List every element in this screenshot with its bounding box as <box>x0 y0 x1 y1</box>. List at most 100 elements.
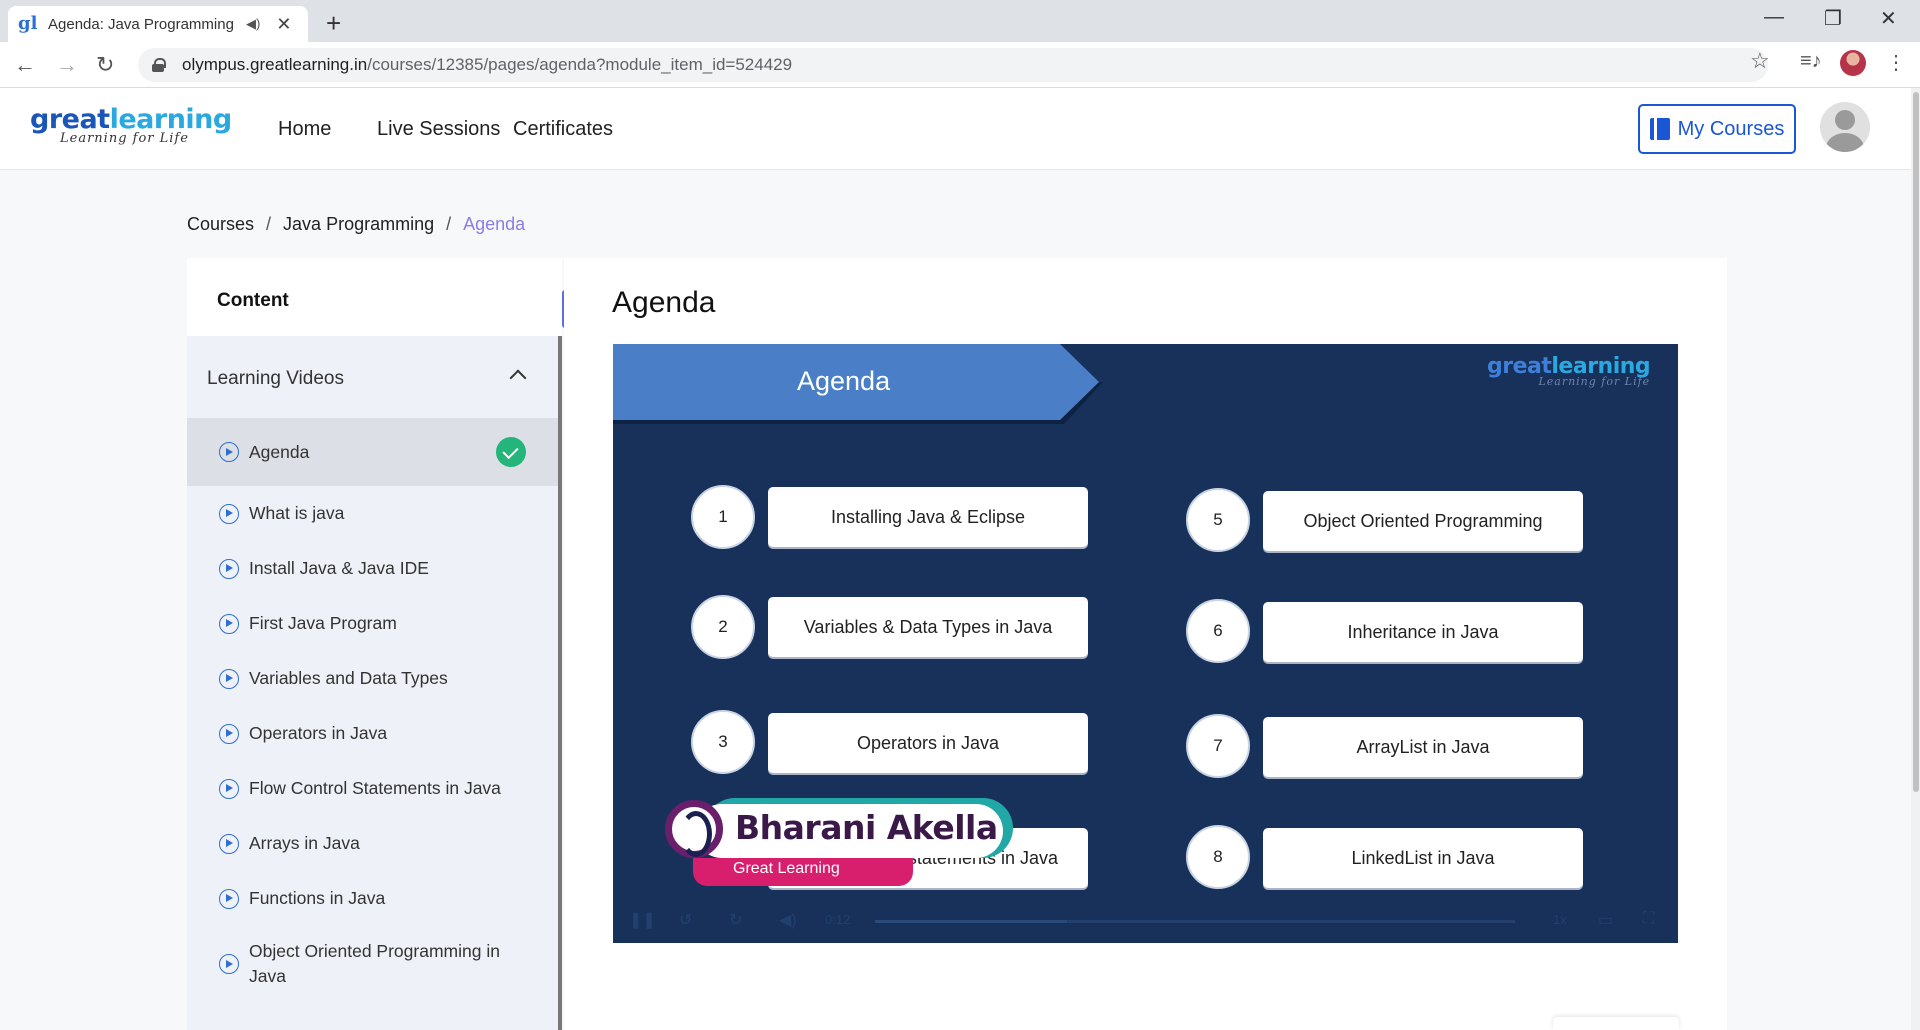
reload-icon[interactable]: ↻ <box>96 52 114 78</box>
sidebar-item-oop[interactable]: Object Oriented Programming in Java <box>187 926 558 1002</box>
forward-arrow-icon[interactable]: → <box>56 52 78 78</box>
agenda-number-1: 1 <box>691 485 755 549</box>
volume-icon[interactable]: ◀) <box>779 910 797 930</box>
breadcrumb: Courses / Java Programming / Agenda <box>187 214 525 235</box>
lesson-label: First Java Program <box>249 613 397 633</box>
tab-title: Agenda: Java Programming <box>48 15 234 33</box>
nav-live-sessions[interactable]: Live Sessions <box>377 118 500 141</box>
pause-icon[interactable]: ❚❚ <box>629 910 656 930</box>
lesson-label: Install Java & Java IDE <box>249 558 429 578</box>
lesson-label: Variables and Data Types <box>249 668 448 688</box>
url-text[interactable]: olympus.greatlearning.in/courses/12385/p… <box>182 55 792 75</box>
page-scrollbar-thumb[interactable] <box>1913 92 1919 792</box>
video-progress-bar[interactable] <box>875 920 1515 923</box>
rewind-icon[interactable]: ↺ <box>679 910 692 930</box>
window-close-icon[interactable]: ✕ <box>1880 6 1897 31</box>
agenda-number-6: 6 <box>1186 599 1250 663</box>
presenter-ring-icon <box>665 800 723 858</box>
lesson-label: Functions in Java <box>249 888 386 908</box>
page-title: Agenda <box>612 286 716 319</box>
agenda-number-8: 8 <box>1186 825 1250 889</box>
completed-check-icon <box>496 437 526 467</box>
minimize-icon[interactable]: — <box>1764 6 1784 29</box>
browser-profile-avatar[interactable] <box>1840 50 1866 76</box>
back-arrow-icon[interactable]: ← <box>14 52 36 78</box>
presenter-name: Bharani Akella <box>735 808 998 847</box>
agenda-topic-1: Installing Java & Eclipse <box>768 487 1088 547</box>
breadcrumb-current: Agenda <box>463 214 526 234</box>
url-path: /courses/12385/pages/agenda?module_item_… <box>367 55 793 74</box>
browser-tab-bar: gl Agenda: Java Programming ◀) ✕ + — ❐ ✕ <box>0 0 1920 42</box>
captions-icon[interactable]: ▭ <box>1598 910 1613 930</box>
play-circle-icon <box>219 833 239 854</box>
agenda-number-2: 2 <box>691 595 755 659</box>
chevron-up-icon[interactable] <box>509 369 527 387</box>
agenda-topic-3: Operators in Java <box>768 713 1088 773</box>
sidebar-item-functions[interactable]: Functions in Java <box>187 871 558 926</box>
breadcrumb-separator: / <box>446 214 452 234</box>
sidebar-item-what-is-java[interactable]: What is java <box>187 486 558 541</box>
media-control-icon[interactable]: ≡♪ <box>1800 50 1822 73</box>
sidebar-item-variables[interactable]: Variables and Data Types <box>187 651 558 706</box>
user-avatar[interactable] <box>1820 102 1870 152</box>
sidebar-item-install-java[interactable]: Install Java & Java IDE <box>187 541 558 596</box>
close-tab-icon[interactable]: ✕ <box>276 14 291 35</box>
site-header: greatlearning Learning for Life Home Liv… <box>0 88 1920 170</box>
presenter-org: Great Learning <box>733 860 840 877</box>
lesson-label: Arrays in Java <box>249 833 360 853</box>
agenda-number-7: 7 <box>1186 714 1250 778</box>
agenda-topic-6: Inheritance in Java <box>1263 602 1583 662</box>
breadcrumb-courses[interactable]: Courses <box>187 214 254 235</box>
play-circle-icon <box>219 613 239 634</box>
video-time: 0:12 <box>825 912 851 927</box>
browser-tab[interactable]: gl Agenda: Java Programming ◀) ✕ <box>8 6 308 42</box>
floating-card <box>1553 1017 1679 1030</box>
nav-certificates[interactable]: Certificates <box>513 118 613 141</box>
breadcrumb-separator: / <box>266 214 272 234</box>
address-bar[interactable]: olympus.greatlearning.in/courses/12385/p… <box>138 48 1768 82</box>
browser-menu-icon[interactable]: ⋮ <box>1886 50 1906 75</box>
video-progress-fill <box>875 920 1067 923</box>
sidebar-heading: Content <box>217 290 289 311</box>
sidebar-item-first-java-program[interactable]: First Java Program <box>187 596 558 651</box>
lesson-label: Flow Control Statements in Java <box>249 778 501 798</box>
agenda-topic-5: Object Oriented Programming <box>1263 491 1583 551</box>
sidebar-item-flow-control[interactable]: Flow Control Statements in Java <box>187 761 558 816</box>
my-courses-label: My Courses <box>1677 117 1785 140</box>
sidebar-item-arrays[interactable]: Arrays in Java <box>187 816 558 871</box>
greatlearning-logo[interactable]: greatlearning Learning for Life <box>30 104 232 146</box>
fullscreen-icon[interactable]: ⛶ <box>1643 910 1654 928</box>
agenda-number-5: 5 <box>1186 488 1250 552</box>
my-courses-button[interactable]: My Courses <box>1638 104 1796 154</box>
bookmark-star-icon[interactable]: ☆ <box>1750 48 1770 74</box>
sidebar-scrollbar[interactable] <box>558 336 562 1030</box>
browser-toolbar: ← → ↻ olympus.greatlearning.in/courses/1… <box>0 42 1920 88</box>
sidebar-item-operators[interactable]: Operators in Java <box>187 706 558 761</box>
video-player[interactable]: Agenda greatlearning Learning for Life 1… <box>613 344 1678 943</box>
play-circle-icon <box>219 954 239 974</box>
sidebar-item-agenda[interactable]: Agenda <box>187 418 558 486</box>
section-title: Learning Videos <box>207 368 344 389</box>
section-header[interactable]: Learning Videos <box>187 336 558 418</box>
video-controls: ❚❚ ↺ ↻ ◀) 0:12 1x ▭ ⛶ <box>613 900 1678 943</box>
breadcrumb-java-programming[interactable]: Java Programming <box>283 214 434 235</box>
nav-home[interactable]: Home <box>278 118 331 141</box>
restore-icon[interactable]: ❐ <box>1824 6 1842 31</box>
forward-icon[interactable]: ↻ <box>729 910 742 930</box>
agenda-topic-7: ArrayList in Java <box>1263 717 1583 777</box>
new-tab-button[interactable]: + <box>326 8 341 39</box>
play-circle-icon <box>219 778 239 799</box>
play-circle-icon <box>219 723 239 744</box>
book-icon <box>1649 118 1670 140</box>
play-circle-icon <box>219 888 239 909</box>
content-sidebar: Content Learning Videos Agenda What is j… <box>187 258 562 1030</box>
lesson-label: Object Oriented Programming in Java <box>249 941 500 986</box>
speaker-icon[interactable]: ◀) <box>246 16 260 32</box>
lock-icon[interactable] <box>152 58 166 72</box>
lesson-label: What is java <box>249 503 345 523</box>
greatlearning-favicon-icon: gl <box>18 13 38 34</box>
playback-speed[interactable]: 1x <box>1553 912 1567 927</box>
play-circle-icon <box>219 668 239 689</box>
play-circle-icon <box>219 442 239 462</box>
agenda-number-3: 3 <box>691 710 755 774</box>
